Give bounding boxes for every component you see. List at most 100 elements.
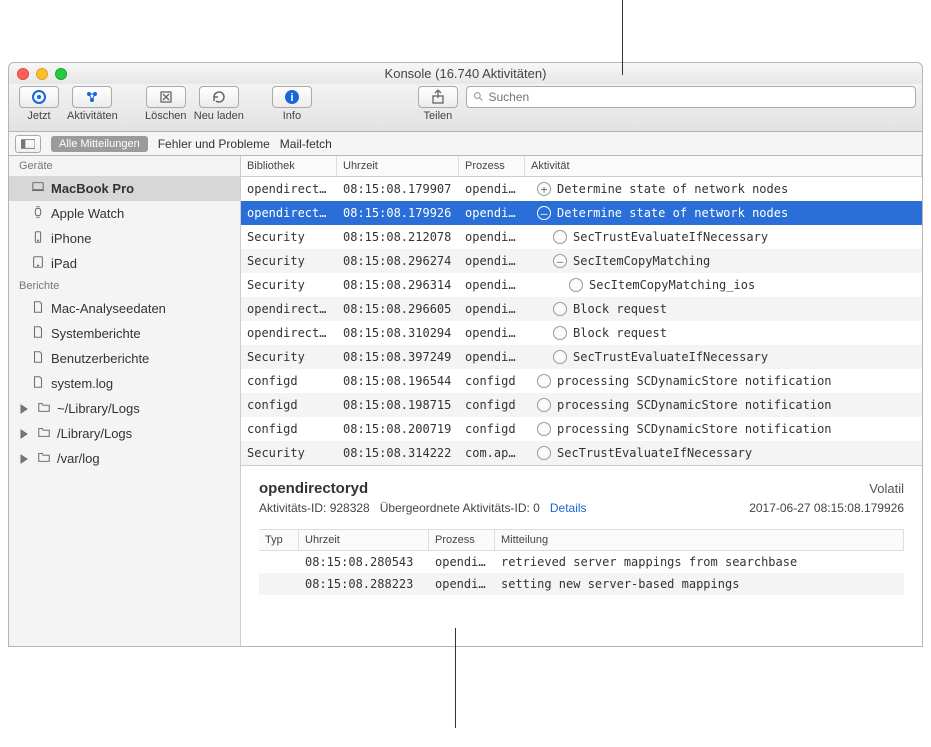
sidebar-device-item[interactable]: MacBook Pro <box>9 176 240 201</box>
col-time[interactable]: Uhrzeit <box>337 156 459 176</box>
sidebar-device-item[interactable]: iPad <box>9 251 240 276</box>
target-icon <box>31 89 47 105</box>
log-cell-process: opendi… <box>459 350 525 364</box>
col-process[interactable]: Prozess <box>459 156 525 176</box>
detail-row[interactable]: 08:15:08.280543opendi…retrieved server m… <box>259 551 904 573</box>
log-cell-library: Security <box>241 254 337 268</box>
search-icon <box>473 91 485 103</box>
traffic-light-minimize[interactable] <box>36 68 48 80</box>
sidebar-folder-item[interactable]: /var/log <box>9 446 240 471</box>
log-row[interactable]: opendirect…08:15:08.179907opendi…+Determ… <box>241 177 922 201</box>
col-activity[interactable]: Aktivität <box>525 156 922 176</box>
sidebar-folder-item[interactable]: /Library/Logs <box>9 421 240 446</box>
sidebar-folder-item[interactable]: ~/Library/Logs <box>9 396 240 421</box>
tree-node-icon[interactable] <box>553 350 567 364</box>
log-row[interactable]: configd08:15:08.200719configdprocessing … <box>241 417 922 441</box>
svg-text:i: i <box>290 92 293 104</box>
tree-node-icon[interactable] <box>537 374 551 388</box>
toolbar-reload-label: Neu laden <box>194 110 244 122</box>
filter-errors[interactable]: Fehler und Probleme <box>158 137 270 151</box>
col-library[interactable]: Bibliothek <box>241 156 337 176</box>
reload-icon <box>211 89 227 105</box>
detail-parent-id: 0 <box>533 501 540 515</box>
sidebar: Geräte MacBook ProApple WatchiPhoneiPad … <box>9 156 241 646</box>
detail-table-header[interactable]: Typ Uhrzeit Prozess Mitteilung <box>259 529 904 551</box>
detail-col-proc[interactable]: Prozess <box>429 530 495 550</box>
detail-activity-id: 928328 <box>330 501 370 515</box>
log-cell-library: opendirect… <box>241 206 337 220</box>
traffic-light-zoom[interactable] <box>55 68 67 80</box>
callout-line-bottom <box>455 628 456 728</box>
toolbar-info-button[interactable]: i Info <box>268 86 316 122</box>
window-titlebar: Konsole (16.740 Aktivitäten) <box>8 62 923 84</box>
log-row[interactable]: Security08:15:08.296314opendi…SecItemCop… <box>241 273 922 297</box>
tree-node-icon[interactable]: – <box>537 206 551 220</box>
sidebar-report-item[interactable]: Benutzerberichte <box>9 346 240 371</box>
log-row[interactable]: opendirect…08:15:08.296605opendi…Block r… <box>241 297 922 321</box>
tree-node-icon[interactable] <box>569 278 583 292</box>
toolbar-reload-button[interactable]: Neu laden <box>194 86 244 122</box>
detail-col-msg[interactable]: Mitteilung <box>495 530 904 550</box>
folder-icon <box>37 450 51 467</box>
document-icon <box>31 350 45 367</box>
toolbar-activities-button[interactable]: Aktivitäten <box>67 86 118 122</box>
sidebar-report-item[interactable]: system.log <box>9 371 240 396</box>
sidebar-report-item[interactable]: Mac-Analyseedaten <box>9 296 240 321</box>
tree-node-icon[interactable] <box>553 302 567 316</box>
tree-node-icon[interactable] <box>537 446 551 460</box>
log-columns-header[interactable]: Bibliothek Uhrzeit Prozess Aktivität <box>241 156 922 177</box>
toolbar-now-button[interactable]: Jetzt <box>15 86 63 122</box>
sidebar-icon <box>21 139 35 149</box>
detail-cell-msg: retrieved server mappings from searchbas… <box>495 555 904 569</box>
traffic-light-close[interactable] <box>17 68 29 80</box>
toolbar-clear-button[interactable]: Löschen <box>142 86 190 122</box>
log-cell-time: 08:15:08.198715 <box>337 398 459 412</box>
log-row[interactable]: configd08:15:08.198715configdprocessing … <box>241 393 922 417</box>
log-row[interactable]: Security08:15:08.314222com.ap…SecTrustEv… <box>241 441 922 465</box>
detail-row[interactable]: 08:15:08.288223opendi…setting new server… <box>259 573 904 595</box>
filter-all-messages[interactable]: Alle Mitteilungen <box>51 136 148 152</box>
log-cell-process: opendi… <box>459 206 525 220</box>
sidebar-devices-header: Geräte <box>9 156 240 176</box>
log-row[interactable]: opendirect…08:15:08.310294opendi…Block r… <box>241 321 922 345</box>
filter-mailfetch[interactable]: Mail-fetch <box>280 137 332 151</box>
tree-node-icon[interactable]: – <box>553 254 567 268</box>
sidebar-item-label: /var/log <box>57 451 100 466</box>
detail-col-typ[interactable]: Typ <box>259 530 299 550</box>
log-cell-process: com.ap… <box>459 446 525 460</box>
log-cell-library: Security <box>241 278 337 292</box>
log-cell-process: configd <box>459 422 525 436</box>
log-row[interactable]: configd08:15:08.196544configdprocessing … <box>241 369 922 393</box>
log-cell-library: opendirect… <box>241 326 337 340</box>
search-input[interactable] <box>488 90 909 104</box>
tree-node-icon[interactable] <box>553 230 567 244</box>
log-cell-time: 08:15:08.179926 <box>337 206 459 220</box>
tree-node-icon[interactable] <box>553 326 567 340</box>
document-icon <box>31 375 45 392</box>
disclosure-triangle-icon[interactable] <box>19 404 29 414</box>
sidebar-item-label: Benutzerberichte <box>51 351 149 366</box>
search-field[interactable] <box>466 86 916 108</box>
disclosure-triangle-icon[interactable] <box>19 429 29 439</box>
toolbar-share-button[interactable]: Teilen <box>414 86 462 122</box>
log-cell-activity: SecTrustEvaluateIfNecessary <box>525 446 922 460</box>
log-cell-library: Security <box>241 446 337 460</box>
log-row[interactable]: Security08:15:08.296274opendi…–SecItemCo… <box>241 249 922 273</box>
tree-node-icon[interactable]: + <box>537 182 551 196</box>
log-row[interactable]: opendirect…08:15:08.179926opendi…–Determ… <box>241 201 922 225</box>
toolbar-share-label: Teilen <box>424 110 453 122</box>
log-activity-text: Block request <box>573 326 667 340</box>
activities-icon <box>84 89 100 105</box>
sidebar-report-item[interactable]: Systemberichte <box>9 321 240 346</box>
tree-node-icon[interactable] <box>537 422 551 436</box>
disclosure-triangle-icon[interactable] <box>19 454 29 464</box>
log-row[interactable]: Security08:15:08.212078opendi…SecTrustEv… <box>241 225 922 249</box>
detail-col-time[interactable]: Uhrzeit <box>299 530 429 550</box>
sidebar-item-label: MacBook Pro <box>51 181 134 196</box>
detail-details-link[interactable]: Details <box>550 501 587 515</box>
log-row[interactable]: Security08:15:08.397249opendi…SecTrustEv… <box>241 345 922 369</box>
sidebar-toggle-button[interactable] <box>15 135 41 153</box>
tree-node-icon[interactable] <box>537 398 551 412</box>
sidebar-device-item[interactable]: iPhone <box>9 226 240 251</box>
sidebar-device-item[interactable]: Apple Watch <box>9 201 240 226</box>
